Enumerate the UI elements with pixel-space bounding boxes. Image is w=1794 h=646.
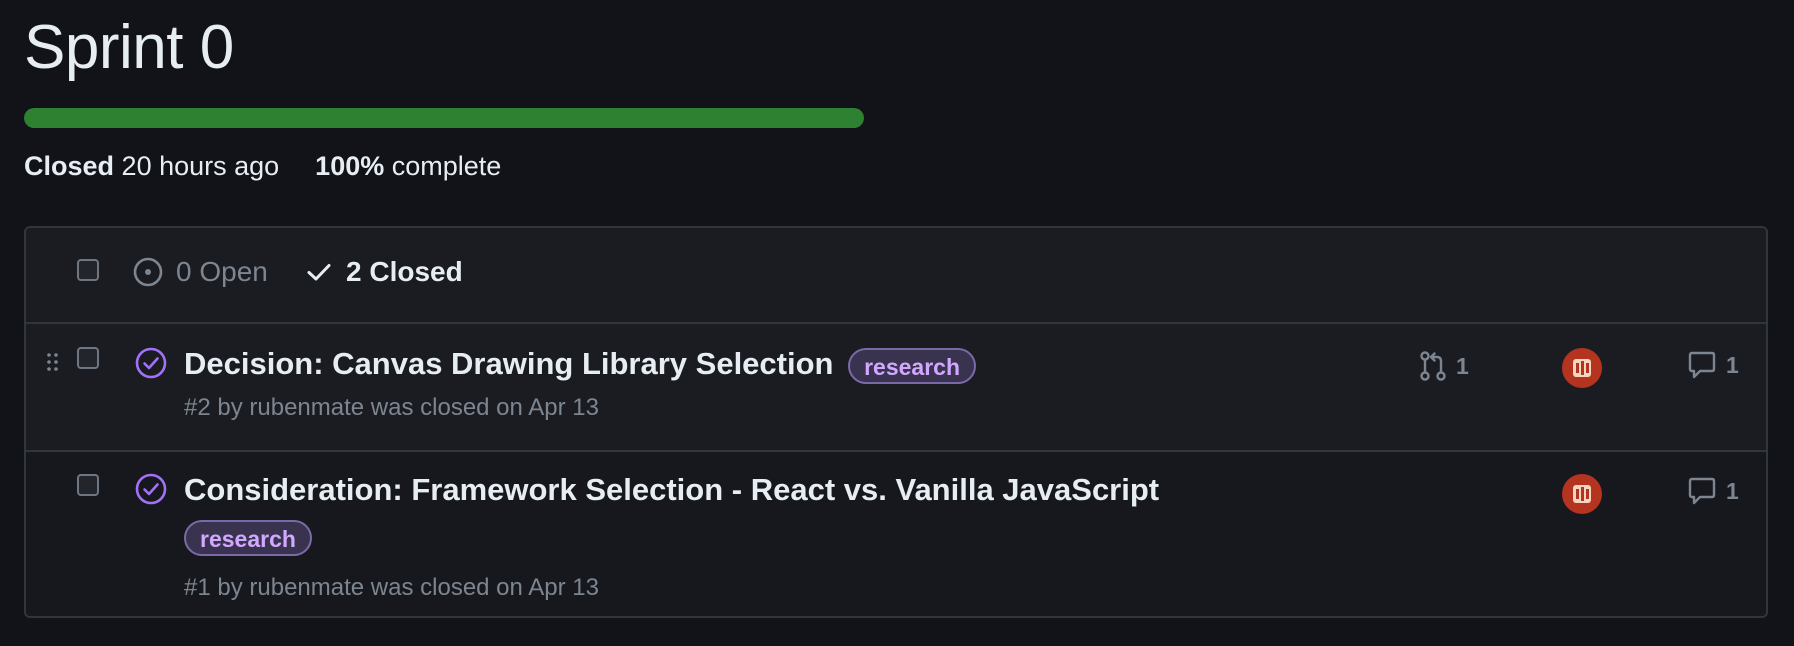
progress-fill — [24, 108, 864, 128]
open-filter-tab[interactable]: 0 Open — [132, 256, 268, 288]
drag-handle-icon[interactable] — [46, 352, 60, 372]
comment-count: 1 — [1726, 351, 1739, 378]
assignee-avatar[interactable] — [1562, 474, 1602, 514]
issue-checkbox[interactable] — [77, 474, 99, 496]
check-icon — [307, 264, 331, 281]
assignee-avatar[interactable] — [1562, 348, 1602, 388]
milestone-page: Sprint 0 Closed 20 hours ago 100% complet… — [0, 0, 1794, 646]
issue-title-row: Decision: Canvas Drawing Library Selecti… — [184, 344, 977, 384]
closed-count-label: 2 Closed — [346, 256, 463, 287]
avatar-image — [1573, 485, 1591, 503]
issue-list-header: 0 Open 2 Closed — [26, 228, 1766, 324]
milestone-meta: Closed 20 hours ago 100% complete — [24, 146, 501, 186]
issue-closed-icon — [135, 347, 167, 379]
pull-request-icon — [1420, 351, 1446, 381]
select-all-checkbox[interactable] — [77, 259, 99, 281]
comments-link[interactable]: 1 — [1686, 476, 1739, 506]
issue-list: 0 Open 2 Closed Decision: Canvas Drawing… — [24, 226, 1768, 618]
open-count-label: 0 Open — [176, 256, 268, 287]
complete-label: complete — [391, 151, 502, 181]
issue-row[interactable]: Consideration: Framework Selection - Rea… — [26, 452, 1766, 616]
comment-count: 1 — [1726, 477, 1739, 504]
comment-icon — [1688, 351, 1716, 379]
issue-title-link[interactable]: Consideration: Framework Selection - Rea… — [184, 470, 1159, 510]
issue-checkbox[interactable] — [77, 347, 99, 369]
issue-opened-icon — [133, 257, 163, 287]
milestone-title: Sprint 0 — [24, 13, 234, 82]
closed-filter-tab[interactable]: 2 Closed — [304, 256, 463, 288]
issue-row[interactable]: Decision: Canvas Drawing Library Selecti… — [26, 324, 1766, 452]
percent-value: 100% — [315, 151, 385, 181]
issue-labels: research — [184, 520, 312, 556]
status-label: Closed — [24, 151, 115, 181]
avatar-image — [1573, 359, 1591, 377]
linked-pr-count: 1 — [1456, 352, 1469, 379]
issue-title-link[interactable]: Decision: Canvas Drawing Library Selecti… — [184, 346, 833, 381]
issue-meta: #2 by rubenmate was closed on Apr 13 — [184, 394, 599, 421]
comment-icon — [1688, 477, 1716, 505]
label-research[interactable]: research — [848, 347, 977, 384]
progress-bar — [24, 108, 864, 128]
linked-pr-link[interactable]: 1 — [1418, 350, 1469, 382]
issue-meta: #1 by rubenmate was closed on Apr 13 — [184, 574, 599, 601]
issue-closed-icon — [135, 473, 167, 505]
label-research[interactable]: research — [184, 520, 312, 556]
comments-link[interactable]: 1 — [1686, 350, 1739, 380]
status-time: 20 hours ago — [121, 151, 280, 181]
